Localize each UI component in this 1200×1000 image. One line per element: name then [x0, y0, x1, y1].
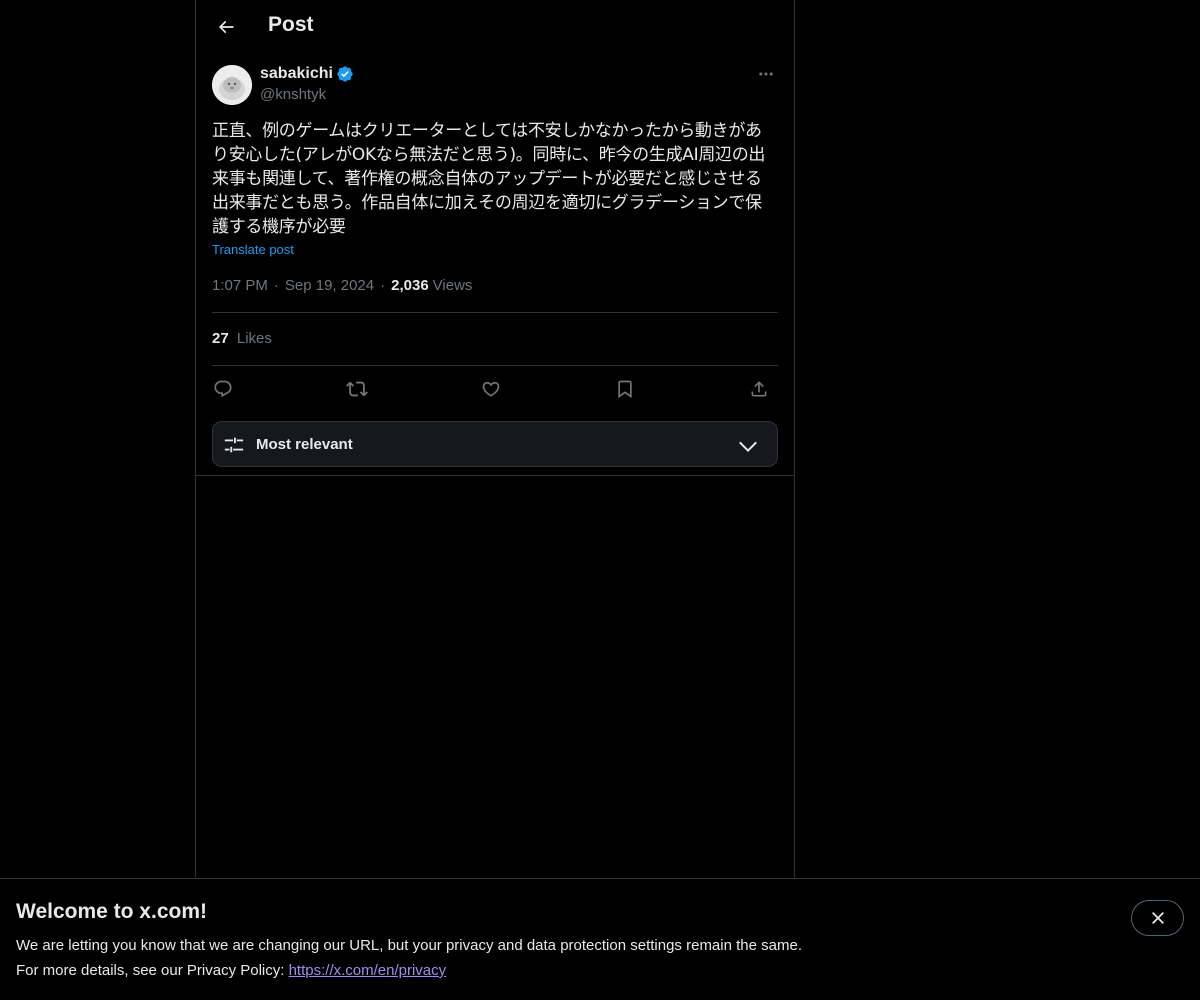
views-count: 2,036 — [391, 277, 429, 294]
banner-privacy-line: For more details, see our Privacy Policy… — [16, 962, 446, 979]
banner-message: We are letting you know that we are chan… — [16, 937, 802, 954]
meta-separator: · — [273, 277, 279, 294]
more-dots-icon — [759, 72, 773, 76]
more-options-button[interactable] — [754, 62, 778, 86]
like-icon — [482, 381, 500, 397]
repost-icon — [346, 381, 368, 397]
likes-summary[interactable]: 27 Likes — [212, 330, 272, 347]
verified-badge-icon — [336, 65, 354, 83]
arrow-left-icon — [218, 20, 234, 34]
likes-count: 27 — [212, 330, 229, 347]
like-button[interactable] — [476, 374, 506, 404]
author-name-row: sabakichi — [260, 65, 354, 83]
sliders-icon — [224, 437, 244, 453]
repost-button[interactable] — [342, 374, 372, 404]
likes-label: Likes — [236, 330, 272, 347]
bookmark-icon — [618, 380, 632, 399]
welcome-banner: Welcome to x.com! We are letting you kno… — [0, 878, 1200, 1000]
avatar-image — [212, 65, 252, 105]
post-time[interactable]: 1:07 PM — [212, 277, 268, 294]
post-author: sabakichi @knshtyk — [212, 65, 778, 107]
reply-sort-dropdown[interactable]: Most relevant — [212, 421, 778, 467]
divider — [196, 475, 794, 476]
meta-separator: · — [380, 277, 386, 294]
author-handle[interactable]: @knshtyk — [260, 86, 326, 103]
reply-button[interactable] — [208, 374, 238, 404]
bookmark-button[interactable] — [610, 374, 640, 404]
avatar[interactable] — [212, 65, 252, 105]
privacy-policy-link[interactable]: https://x.com/en/privacy — [289, 962, 447, 979]
post-meta: 1:07 PM · Sep 19, 2024 · 2,036 Views — [212, 277, 472, 294]
views-label: Views — [432, 277, 473, 294]
divider — [212, 365, 778, 366]
post-text: 正直、例のゲームはクリエーターとしては不安しかなかったから動きがあり安心した(ア… — [212, 121, 766, 237]
back-button[interactable] — [208, 9, 244, 45]
post-date[interactable]: Sep 19, 2024 — [285, 277, 374, 294]
author-name[interactable]: sabakichi — [260, 65, 333, 83]
post-actions — [212, 374, 778, 406]
divider — [212, 312, 778, 313]
banner-privacy-prefix: For more details, see our Privacy Policy… — [16, 962, 289, 979]
banner-title: Welcome to x.com! — [16, 900, 207, 923]
close-icon — [1151, 912, 1164, 924]
close-banner-button[interactable] — [1131, 900, 1184, 936]
sort-label: Most relevant — [256, 436, 353, 453]
page-title: Post — [268, 13, 314, 36]
chevron-down-icon — [739, 441, 757, 453]
share-icon — [751, 381, 767, 397]
reply-icon — [214, 380, 232, 398]
page-header: Post — [196, 0, 794, 54]
share-button[interactable] — [744, 374, 774, 404]
translate-post-link[interactable]: Translate post — [212, 242, 294, 257]
main-column: Post sabakichi @knshtyk 正直、例のゲームはクリエーターと… — [195, 0, 795, 1000]
